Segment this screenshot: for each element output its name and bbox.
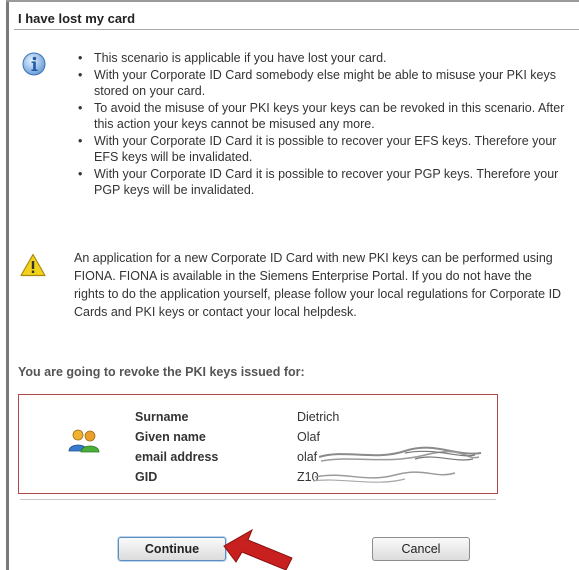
gid-label: GID [135,470,158,484]
surname-label: Surname [135,410,189,424]
cancel-button[interactable]: Cancel [372,537,470,561]
continue-button[interactable]: Continue [118,537,226,561]
field-labels: Surname Given name email address GID [135,407,218,487]
surname-value: Dietrich [297,410,340,424]
dialog-frame: I have lost my card • This scenario is ap… [0,0,579,570]
warning-message: An application for a new Corporate ID Ca… [74,251,562,319]
info-bullet-list: • This scenario is applicable if you have… [74,50,574,199]
given-name-label: Given name [135,430,206,444]
users-icon [68,429,100,453]
list-item: • With your Corporate ID Card it is possi… [78,133,557,165]
list-item: • With your Corporate ID Card somebody el… [78,67,557,99]
title-divider [14,29,579,30]
list-item: • To avoid the misuse of your PKI keys yo… [78,100,565,132]
left-border [6,0,9,570]
pointer-arrow-icon [223,528,293,570]
user-details-box: Surname Given name email address GID Die… [18,394,498,494]
revoke-heading: You are going to revoke the PKI keys iss… [18,365,305,379]
list-item: • With your Corporate ID Card it is possi… [78,166,559,198]
email-label: email address [135,450,219,464]
warning-icon [20,253,46,277]
info-icon [22,52,46,76]
top-border [6,0,579,2]
dialog-title: I have lost my card [18,11,136,26]
list-item: • This scenario is applicable if you have… [78,51,387,65]
redaction-scribble [312,446,482,483]
box-divider [20,499,496,500]
